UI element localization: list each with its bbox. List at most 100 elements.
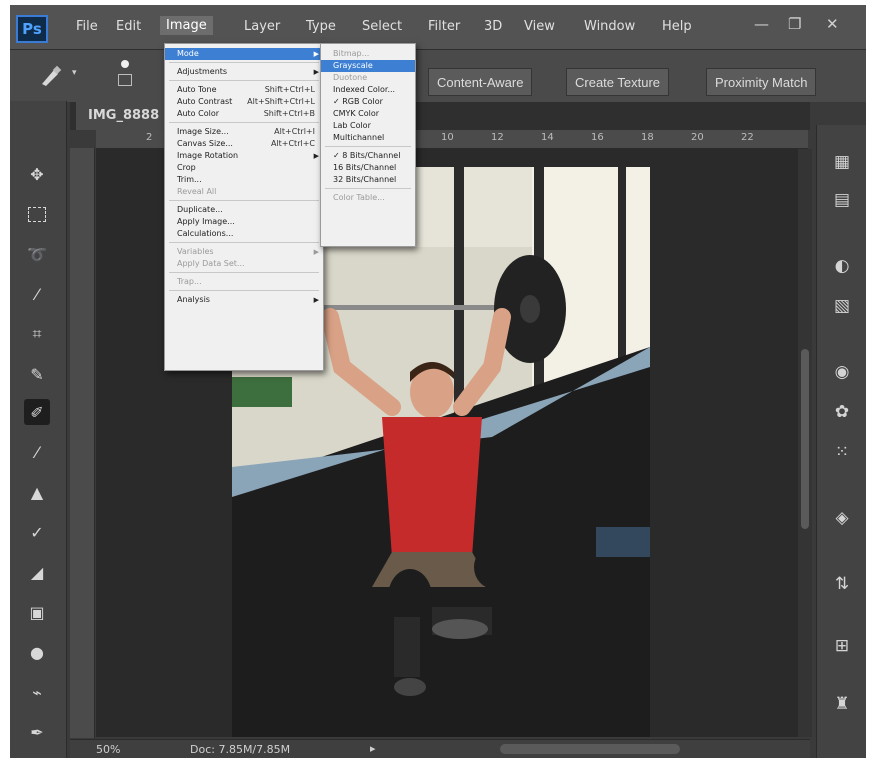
image-menu-item-adjustments[interactable]: Adjustments ▶: [165, 66, 323, 78]
image-menu-item-calculations[interactable]: Calculations...: [165, 228, 323, 240]
eraser-tool-icon[interactable]: ◢: [24, 559, 50, 585]
color-panel-icon[interactable]: ◐: [829, 253, 855, 279]
ruler-label: 18: [641, 132, 654, 143]
tools-panel: ✥ ➰ ⁄ ⌗ ✎ ✐ ⁄ ▲ ✓ ◢ ▣ ● ⌁ ✒: [10, 101, 67, 758]
image-menu-item-mode[interactable]: Mode ▶: [165, 48, 323, 60]
character-panel-icon[interactable]: ♜: [829, 691, 855, 717]
paths-panel-icon[interactable]: ⊞: [829, 633, 855, 659]
styles-panel-icon[interactable]: ✿: [829, 399, 855, 425]
menu-item-label: Analysis: [177, 295, 210, 304]
mode-menu-item-cmyk-color[interactable]: CMYK Color: [321, 108, 415, 120]
preset-chevron-icon[interactable]: ▾: [72, 68, 77, 78]
proximity-match-button[interactable]: Proximity Match: [706, 68, 817, 96]
mode-submenu-dropdown: Bitmap... Grayscale Duotone Indexed Color..…: [320, 43, 416, 247]
status-bar: 50% Doc: 7.85M/7.85M ▸: [70, 739, 810, 758]
menu-item-label: Calculations...: [177, 229, 234, 238]
eyedropper-tool-icon[interactable]: ✎: [24, 361, 50, 387]
mode-menu-item-indexed-color[interactable]: Indexed Color...: [321, 84, 415, 96]
menu-item-label: Variables: [177, 247, 214, 256]
scrollbar-thumb[interactable]: [801, 349, 809, 529]
image-menu-item-apply-image[interactable]: Apply Image...: [165, 216, 323, 228]
image-menu-item-duplicate[interactable]: Duplicate...: [165, 204, 323, 216]
menu-item-label: Adjustments: [177, 67, 228, 76]
status-menu-chevron-icon[interactable]: ▸: [370, 742, 376, 755]
menu-type[interactable]: Type: [306, 19, 336, 34]
submenu-arrow-icon: ▶: [313, 68, 319, 76]
marquee-tool-icon[interactable]: [24, 201, 50, 227]
vertical-scrollbar[interactable]: [798, 149, 812, 737]
gradient-tool-icon[interactable]: ▣: [24, 599, 50, 625]
image-menu-item-analysis[interactable]: Analysis ▶: [165, 294, 323, 306]
mode-menu-item-color-table: Color Table...: [321, 192, 415, 204]
menu-item-label: Auto Color: [177, 109, 220, 118]
maximize-icon[interactable]: ❐: [788, 15, 801, 33]
menu-edit[interactable]: Edit: [116, 19, 141, 34]
menu-item-label: Apply Data Set...: [177, 259, 245, 268]
menu-filter[interactable]: Filter: [428, 19, 460, 34]
menu-3d[interactable]: 3D: [484, 19, 502, 34]
history-brush-tool-icon[interactable]: ✓: [24, 519, 50, 545]
lasso-tool-icon[interactable]: ➰: [24, 241, 50, 267]
mode-menu-item-multichannel[interactable]: Multichannel: [321, 132, 415, 144]
crop-tool-icon[interactable]: ⌗: [24, 321, 50, 347]
layers-panel-icon[interactable]: ◈: [829, 505, 855, 531]
swatches-panel-icon[interactable]: ▧: [829, 293, 855, 319]
image-menu-item-auto-contrast[interactable]: Auto Contrast Alt+Shift+Ctrl+L: [165, 96, 323, 108]
image-menu-item-trim[interactable]: Trim...: [165, 174, 323, 186]
dodge-tool-icon[interactable]: ●: [24, 639, 50, 665]
menu-item-label: Lab Color: [333, 121, 371, 130]
adjustments-panel-icon[interactable]: ◉: [829, 359, 855, 385]
history-panel-icon[interactable]: ▦: [829, 149, 855, 175]
brush-tool-icon[interactable]: ⁄: [24, 439, 50, 465]
mode-menu-item-lab-color[interactable]: Lab Color: [321, 120, 415, 132]
menu-separator: [325, 146, 411, 147]
image-menu-item-crop[interactable]: Crop: [165, 162, 323, 174]
image-menu-item-auto-tone[interactable]: Auto Tone Shift+Ctrl+L: [165, 84, 323, 96]
create-texture-button[interactable]: Create Texture: [566, 68, 670, 96]
menu-item-shortcut: Shift+Ctrl+L: [264, 85, 315, 94]
right-panel-dock: ▦ ▤ ◐ ▧ ◉ ✿ ⁙ ◈ ⇅ ⊞ ♜: [816, 125, 866, 758]
image-menu-item-canvas-size[interactable]: Canvas Size... Alt+Ctrl+C: [165, 138, 323, 150]
ruler-label: 2: [146, 132, 153, 143]
menu-image[interactable]: Image: [160, 16, 213, 35]
horizontal-scrollbar-thumb[interactable]: [500, 744, 680, 754]
mode-menu-item-8-bits-channel[interactable]: ✓ 8 Bits/Channel: [321, 150, 415, 162]
minimize-icon[interactable]: —: [754, 15, 769, 33]
menu-item-label: Crop: [177, 163, 196, 172]
channels-panel-icon[interactable]: ⇅: [829, 571, 855, 597]
move-tool-icon[interactable]: ✥: [24, 161, 50, 187]
zoom-level[interactable]: 50%: [96, 743, 120, 756]
image-menu-item-image-size[interactable]: Image Size... Alt+Ctrl+I: [165, 126, 323, 138]
menu-item-label: CMYK Color: [333, 109, 380, 118]
content-aware-button[interactable]: Content-Aware: [428, 68, 533, 96]
properties-panel-icon[interactable]: ▤: [829, 187, 855, 213]
clone-stamp-tool-icon[interactable]: ▲: [24, 479, 50, 505]
menu-view[interactable]: View: [524, 19, 555, 34]
healing-brush-tool-icon[interactable]: ✐: [24, 399, 50, 425]
menu-select[interactable]: Select: [362, 19, 402, 34]
menu-item-shortcut: Alt+Shift+Ctrl+L: [247, 97, 315, 106]
mode-menu-item-32-bits-channel[interactable]: 32 Bits/Channel: [321, 174, 415, 186]
menu-layer[interactable]: Layer: [244, 19, 280, 34]
mode-menu-item-rgb-color[interactable]: ✓ RGB Color: [321, 96, 415, 108]
menu-file[interactable]: File: [76, 19, 98, 34]
options-bar: ▾ Content-Aware Create Texture Proximity…: [10, 49, 866, 102]
magic-wand-tool-icon[interactable]: ⁄: [24, 281, 50, 307]
menu-item-label: Indexed Color...: [333, 85, 396, 94]
document-tab[interactable]: IMG_8888: [76, 102, 172, 130]
brush-size-icon[interactable]: [118, 58, 132, 88]
tool-preset-picker[interactable]: [38, 64, 66, 88]
menu-separator: [169, 200, 319, 201]
brush-presets-panel-icon[interactable]: ⁙: [829, 439, 855, 465]
mode-menu-item-16-bits-channel[interactable]: 16 Bits/Channel: [321, 162, 415, 174]
menu-item-label: Bitmap...: [333, 49, 370, 58]
pen-tool-icon[interactable]: ⌁: [24, 679, 50, 705]
mode-menu-item-grayscale[interactable]: Grayscale: [321, 60, 415, 72]
close-icon[interactable]: ✕: [826, 15, 839, 33]
image-menu-item-auto-color[interactable]: Auto Color Shift+Ctrl+B: [165, 108, 323, 120]
menu-window[interactable]: Window: [584, 19, 635, 34]
menu-item-shortcut: Alt+Ctrl+I: [274, 127, 315, 136]
image-menu-item-image-rotation[interactable]: Image Rotation ▶: [165, 150, 323, 162]
menu-help[interactable]: Help: [662, 19, 692, 34]
type-tool-icon[interactable]: ✒: [24, 719, 50, 745]
